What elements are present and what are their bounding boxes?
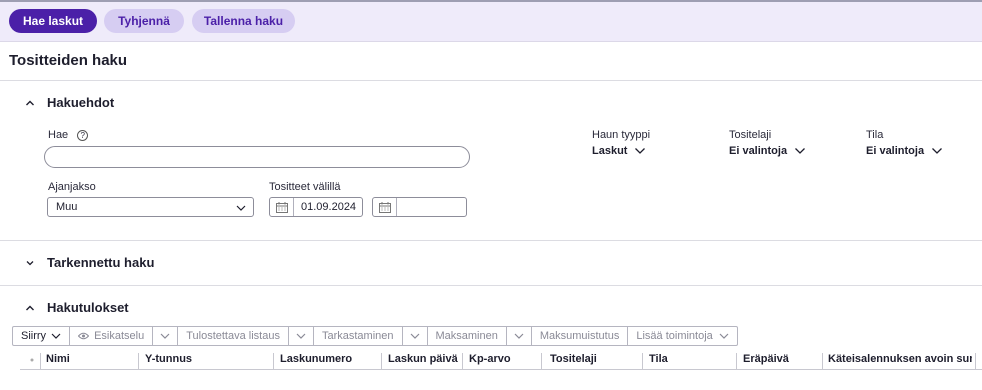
period-select-value: Muu [56, 201, 78, 213]
period-label: Ajanjakso [48, 181, 96, 193]
results-action-bar: Siirry Esikatselu Tulostettava listaus T… [12, 326, 738, 346]
column-header-invoice-number[interactable]: Laskunumero [280, 353, 352, 365]
search-label-text: Hae [48, 129, 69, 141]
chevron-down-icon [26, 260, 34, 265]
column-header-business-id[interactable]: Y-tunnus [145, 353, 192, 365]
status-label: Tila [866, 129, 884, 141]
page-title: Tositteiden haku [9, 52, 128, 69]
chevron-down-icon [296, 333, 306, 339]
help-icon[interactable]: ? [77, 130, 89, 141]
column-header-doc-type[interactable]: Tositelaji [550, 353, 597, 365]
payment-button[interactable]: Maksaminen [428, 327, 507, 345]
results-section-title: Hakutulokset [47, 300, 129, 315]
chevron-down-icon [795, 148, 806, 154]
divider [0, 240, 982, 241]
doc-type-dropdown[interactable]: Ei valintoja [729, 145, 806, 157]
search-type-label: Haun tyyppi [592, 129, 651, 141]
divider [0, 80, 982, 81]
chevron-up-icon [26, 100, 34, 105]
column-header-due-date[interactable]: Eräpäivä [743, 353, 789, 365]
criteria-section-title: Hakuehdot [47, 95, 115, 110]
column-header-kp-value[interactable]: Kp-arvo [469, 353, 511, 365]
advanced-section-title: Tarkennettu haku [47, 255, 155, 270]
doc-type-value: Ei valintoja [729, 145, 788, 157]
print-list-dropdown-button[interactable] [289, 327, 314, 345]
fetch-invoices-button[interactable]: Hae laskut [9, 9, 97, 33]
preview-button[interactable]: Esikatselu [70, 327, 154, 345]
payment-dropdown-button[interactable] [507, 327, 532, 345]
column-separator [642, 353, 643, 369]
print-list-button[interactable]: Tulostettava listaus [178, 327, 289, 345]
results-table-header: Nimi Y-tunnus Laskunumero Laskun päivä K… [20, 350, 982, 370]
column-separator [462, 353, 463, 369]
date-from-value: 01.09.2024 [301, 201, 357, 213]
sort-icon[interactable] [28, 357, 36, 363]
chevron-down-icon [719, 333, 729, 339]
column-separator [138, 353, 139, 369]
criteria-section-header[interactable]: Hakuehdot [24, 95, 114, 110]
top-toolbar: Hae laskut Tyhjennä Tallenna haku [0, 0, 982, 42]
chevron-down-icon [514, 333, 524, 339]
calendar-icon[interactable] [270, 198, 294, 216]
column-header-invoice-date[interactable]: Laskun päivä [388, 353, 458, 365]
chevron-down-icon [51, 333, 61, 339]
payment-reminder-button[interactable]: Maksumuistutus [532, 327, 629, 345]
column-separator [736, 353, 737, 369]
column-separator [822, 353, 823, 369]
search-label: Hae ? [48, 129, 89, 141]
chevron-down-icon [635, 148, 646, 154]
date-to-input[interactable] [372, 197, 467, 217]
column-header-cash-discount[interactable]: Käteisalennuksen avoin summa [828, 353, 972, 365]
chevron-up-icon [26, 305, 34, 310]
search-input[interactable] [44, 146, 470, 168]
review-dropdown-button[interactable] [403, 327, 428, 345]
divider [0, 285, 982, 286]
chevron-down-icon [160, 333, 170, 339]
more-actions-button[interactable]: Lisää toimintoja [628, 327, 736, 345]
results-section-header[interactable]: Hakutulokset [24, 300, 129, 315]
date-from-input[interactable]: 01.09.2024 [269, 197, 363, 217]
preview-label: Esikatselu [94, 330, 145, 342]
advanced-section-header[interactable]: Tarkennettu haku [24, 255, 154, 270]
status-value: Ei valintoja [866, 145, 925, 157]
period-select[interactable]: Muu [47, 197, 254, 217]
chevron-down-icon [236, 205, 246, 211]
search-type-dropdown[interactable]: Laskut [592, 145, 646, 157]
chevron-down-icon [932, 148, 943, 154]
column-header-name[interactable]: Nimi [46, 353, 70, 365]
date-range-label: Tositteet välillä [269, 181, 341, 193]
review-button[interactable]: Tarkastaminen [314, 327, 403, 345]
column-separator [40, 353, 41, 369]
more-actions-label: Lisää toimintoja [636, 330, 713, 342]
column-separator [273, 353, 274, 369]
status-dropdown[interactable]: Ei valintoja [866, 145, 943, 157]
move-label: Siirry [21, 330, 47, 342]
column-header-status[interactable]: Tila [649, 353, 668, 365]
column-separator [541, 353, 542, 369]
column-separator [975, 353, 976, 369]
search-type-value: Laskut [592, 145, 628, 157]
move-menu-button[interactable]: Siirry [13, 327, 71, 345]
preview-dropdown-button[interactable] [153, 327, 179, 345]
column-separator [381, 353, 382, 369]
eye-icon [78, 332, 90, 340]
chevron-down-icon [410, 333, 419, 339]
save-search-button[interactable]: Tallenna haku [192, 9, 295, 33]
doc-type-label: Tositelaji [729, 129, 772, 141]
clear-button[interactable]: Tyhjennä [104, 9, 184, 33]
calendar-icon[interactable] [373, 198, 397, 216]
